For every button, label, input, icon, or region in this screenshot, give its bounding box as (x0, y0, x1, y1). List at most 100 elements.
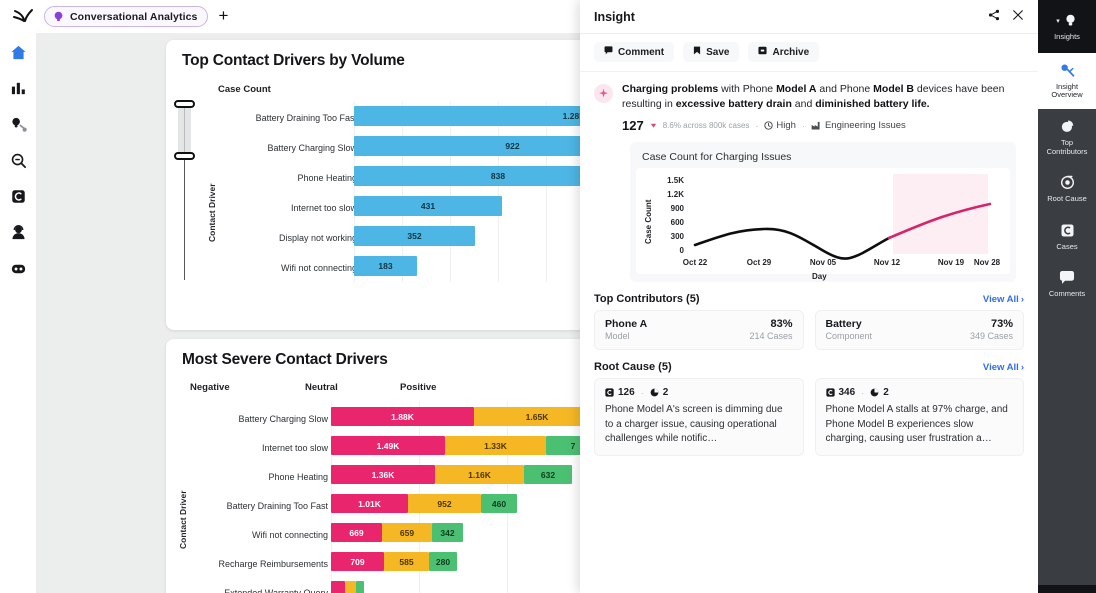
slider-thumb-bottom[interactable] (174, 152, 195, 160)
archive-button[interactable]: Archive (748, 42, 819, 62)
contributor-cases: 349 Cases (970, 331, 1013, 341)
legend-negative: Negative (190, 382, 305, 393)
rail-label: Cases (1056, 243, 1077, 252)
insight-summary-block: Charging problems with Phone Model A and… (580, 72, 1038, 282)
clock-icon (764, 121, 773, 130)
page-title: Top Contact Drivers by Volume (182, 52, 405, 70)
insight-priority: High (764, 120, 796, 131)
mini-x-axis-label: Day (812, 272, 827, 281)
bar-segment-neutral[interactable]: 1.33K (445, 436, 546, 455)
panel-title: Insight (594, 10, 635, 24)
bar-segment-negative[interactable]: 709 (331, 552, 384, 571)
save-button[interactable]: Save (683, 42, 739, 62)
bulb-icon[interactable] (7, 113, 29, 135)
x-tick: Nov 12 (864, 258, 910, 267)
insight-category: Engineering Issues (811, 120, 906, 131)
insight-text: Charging problems with Phone Model A and… (622, 82, 1024, 112)
category-label: Battery Charging Slow (242, 143, 357, 153)
x-tick: Oct 22 (672, 258, 718, 267)
root-cause-case-count: 126 (618, 387, 635, 398)
root-cause-cases: 126 (605, 387, 635, 398)
app-root: Conversational Analytics + (0, 0, 1096, 593)
list-item[interactable]: Battery 73% Component 349 Cases (815, 310, 1025, 350)
bar-row[interactable]: 183 (354, 256, 417, 276)
vertical-range-slider[interactable] (174, 100, 196, 278)
bar-segment-negative[interactable] (331, 581, 345, 593)
root-cause-cases: 346 (826, 387, 856, 398)
bar-segment-neutral[interactable]: 585 (384, 552, 429, 571)
bar-segment-neutral[interactable]: 952 (408, 494, 481, 513)
bar-segment-negative[interactable]: 1.36K (331, 465, 435, 484)
x-tick: Nov 05 (800, 258, 846, 267)
bar-row[interactable]: 352 (354, 226, 475, 246)
bar-segment-positive[interactable]: 460 (481, 494, 517, 513)
bar-segment-neutral[interactable] (345, 581, 356, 593)
pie-icon (870, 388, 879, 397)
gridline (450, 102, 451, 282)
top-contributors-view-all[interactable]: View All › (983, 294, 1024, 305)
bar-value: 1.36K (331, 465, 435, 484)
share-icon[interactable] (988, 8, 1000, 26)
slider-thumb-top[interactable] (174, 100, 195, 108)
root-cause-text: Phone Model A stalls at 97% charge, and … (826, 403, 1014, 446)
bar-value: 669 (331, 523, 382, 542)
bar-segment-positive[interactable] (356, 581, 364, 593)
bar-value: 1.16K (435, 465, 524, 484)
category-label: Extended Warranty Query (198, 588, 328, 593)
home-icon[interactable] (7, 41, 29, 63)
sparkle-logo-icon[interactable] (12, 7, 34, 27)
root-cause-contributors: 2 (650, 387, 669, 398)
person-headset-icon[interactable] (7, 221, 29, 243)
bar-segment-neutral[interactable]: 659 (382, 523, 432, 542)
y-axis-label-severe: Contact Driver (178, 490, 188, 549)
list-item[interactable]: 126 · 2 Phone Model A's screen is dimmin… (594, 378, 804, 456)
y-axis-label-volume: Contact Driver (207, 183, 217, 242)
root-cause-view-all[interactable]: View All › (983, 362, 1024, 373)
bar-segment-negative[interactable]: 1.88K (331, 407, 474, 426)
list-item[interactable]: 346 · 2 Phone Model A stalls at 97% char… (815, 378, 1025, 456)
rail-item-top-contributors[interactable]: Top Contributors (1038, 109, 1096, 165)
comment-icon (604, 46, 613, 58)
bar-segment-negative[interactable]: 1.49K (331, 436, 445, 455)
category-label: Wifi not connecting (242, 263, 357, 273)
triangle-down-icon (650, 122, 657, 129)
bar-segment-neutral[interactable]: 1.16K (435, 465, 524, 484)
category-label: Display not working (242, 233, 357, 243)
bar-segment-negative[interactable]: 1.01K (331, 494, 408, 513)
rail-label: Comments (1049, 290, 1085, 299)
list-item[interactable]: Phone A 83% Model 214 Cases (594, 310, 804, 350)
bar-segment-negative[interactable]: 669 (331, 523, 382, 542)
close-icon[interactable] (1012, 8, 1024, 26)
bar-chart-icon[interactable] (7, 77, 29, 99)
tab-conversational-analytics[interactable]: Conversational Analytics (44, 6, 208, 27)
search-circle-icon[interactable] (7, 149, 29, 171)
insight-action-bar: Comment Save Archive (580, 34, 1038, 72)
root-cause-contrib-count: 2 (883, 387, 889, 398)
insight-panel-header: Insight (580, 0, 1038, 34)
case-square-icon[interactable] (7, 185, 29, 207)
top-contributors-header: Top Contributors (5) View All › (580, 282, 1038, 310)
rail-item-comments[interactable]: Comments (1038, 260, 1096, 308)
rail-item-insight-overview[interactable]: Insight Overview (1038, 53, 1096, 109)
panel-header-actions (988, 8, 1024, 26)
legend-neutral: Neutral (305, 382, 400, 393)
x-tick: Oct 29 (736, 258, 782, 267)
rail-label: Root Cause (1047, 195, 1087, 204)
add-tab-button[interactable]: + (218, 7, 228, 27)
rail-label: Top Contributors (1040, 139, 1094, 156)
bar-row[interactable]: 431 (354, 196, 502, 216)
mini-line-chart: Case Count 1.5K 1.2K 900 600 300 0 Oct 2… (636, 168, 1010, 274)
root-cause-text: Phone Model A's screen is dimming due to… (605, 403, 793, 446)
rail-item-insights[interactable]: ▾ Insights (1038, 0, 1096, 53)
rail-item-root-cause[interactable]: Root Cause (1038, 165, 1096, 213)
comment-button[interactable]: Comment (594, 42, 674, 62)
page-title: Most Severe Contact Drivers (182, 351, 388, 369)
mini-chart-title: Case Count for Charging Issues (642, 151, 791, 163)
bar-segment-positive[interactable]: 280 (429, 552, 457, 571)
bar-segment-positive[interactable]: 632 (524, 465, 572, 484)
bar-segment-positive[interactable]: 342 (432, 523, 463, 542)
rail-item-cases[interactable]: Cases (1038, 213, 1096, 261)
robot-icon[interactable] (7, 257, 29, 279)
insight-meta-row: 127 8.6% across 800k cases · High · (622, 118, 1024, 133)
category-label: Battery Draining Too Fast (210, 501, 328, 511)
